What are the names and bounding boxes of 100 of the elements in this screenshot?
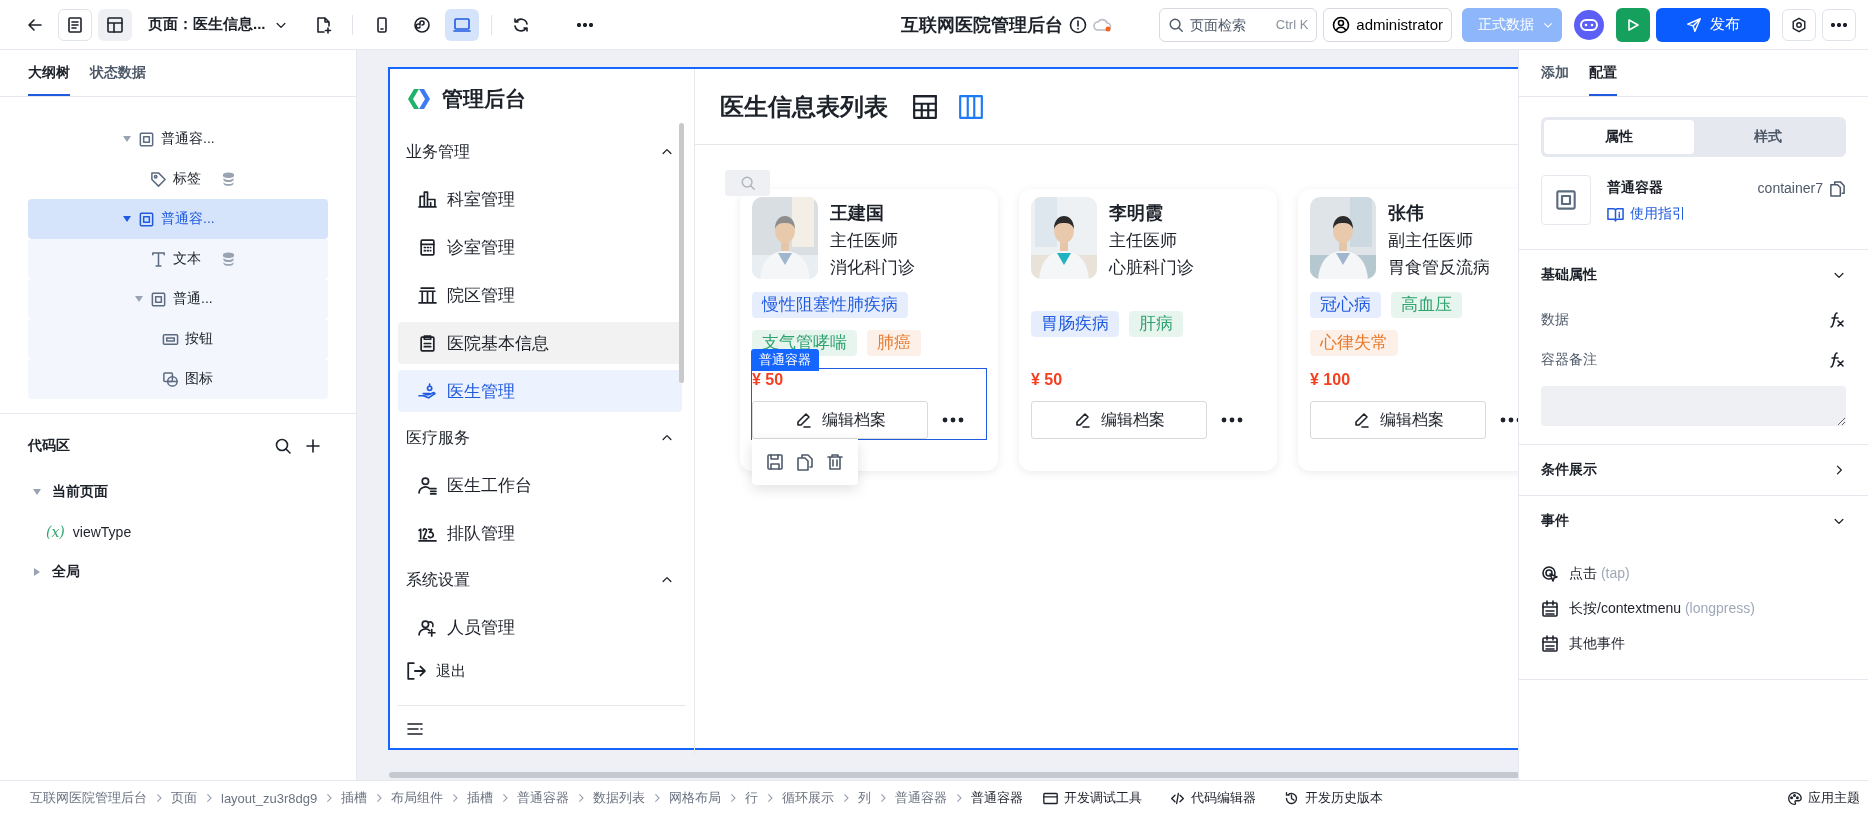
logout-item[interactable]: 退出 — [390, 651, 694, 691]
publish-button[interactable]: 发布 — [1656, 7, 1770, 42]
breadcrumb-item[interactable]: 列 — [858, 789, 872, 807]
note-field[interactable] — [1541, 386, 1846, 426]
more-icon[interactable] — [1500, 417, 1518, 423]
segment-tab[interactable]: 样式 — [1693, 120, 1843, 154]
tree-item[interactable]: 文本 — [28, 239, 328, 279]
robot-icon — [1580, 17, 1598, 32]
event-item[interactable]: 长按/contextmenu (longpress) — [1541, 591, 1846, 626]
footer-tool[interactable]: 开发调试工具 — [1043, 789, 1143, 807]
menu-item[interactable]: 院区管理 — [398, 274, 682, 316]
tree-item[interactable]: 普通容... — [28, 199, 328, 239]
formula-icon[interactable] — [1828, 351, 1846, 369]
menu-item[interactable]: 诊室管理 — [398, 226, 682, 268]
building-icon — [418, 285, 437, 305]
table-view-icon[interactable] — [912, 93, 938, 120]
menu-item[interactable]: 医院基本信息 — [398, 322, 682, 364]
breadcrumb-item[interactable]: 普通容器 — [971, 789, 1024, 807]
edit-button[interactable]: 编辑档案 — [1310, 401, 1486, 439]
column-view-icon[interactable] — [958, 93, 984, 120]
footer-tool[interactable]: 应用主题 — [1787, 789, 1860, 807]
breadcrumb-item[interactable]: 网格布局 — [669, 789, 722, 807]
more-icon[interactable] — [1221, 417, 1243, 423]
edit-button[interactable]: 编辑档案 — [1031, 401, 1207, 439]
page-selector[interactable]: 页面：医生信息... — [148, 15, 288, 34]
search-field[interactable]: 页面检索 — [1190, 16, 1270, 33]
breadcrumb-item[interactable]: 数据列表 — [593, 789, 646, 807]
tag: 肺癌 — [867, 330, 921, 356]
assistant-button[interactable] — [1574, 9, 1604, 40]
scrollbar[interactable] — [389, 772, 1518, 778]
variable-item[interactable]: (x) viewType — [28, 512, 328, 552]
settings-button[interactable] — [1782, 8, 1816, 41]
panel-tab[interactable]: 添加 — [1541, 50, 1569, 96]
user-button[interactable]: administrator — [1323, 7, 1452, 42]
search-icon — [1168, 16, 1185, 33]
menu-item[interactable]: 医生工作台 — [398, 464, 682, 506]
panel-tab[interactable]: 配置 — [1589, 50, 1617, 96]
breadcrumb-item[interactable]: 行 — [745, 789, 759, 807]
breadcrumb-item[interactable]: 互联网医院管理后台 — [30, 789, 147, 807]
buildings-icon — [418, 189, 437, 209]
menu-item[interactable]: 排队管理 — [398, 512, 682, 554]
section-header[interactable]: 条件展示 — [1541, 445, 1846, 495]
code-group[interactable]: 全局 — [28, 552, 328, 592]
component-id: container7 — [1757, 180, 1823, 196]
logout-icon — [406, 661, 426, 681]
scrollbar[interactable] — [679, 123, 684, 383]
footer-tool[interactable]: 代码编辑器 — [1170, 789, 1257, 807]
breadcrumb-item[interactable]: 插槽 — [467, 789, 494, 807]
event-item[interactable]: 点击 (tap) — [1541, 556, 1846, 591]
desktop-icon — [452, 15, 471, 34]
tree-item[interactable]: 按钮 — [28, 319, 328, 359]
tree-item[interactable]: 图标 — [28, 359, 328, 399]
segment-tab[interactable]: 属性 — [1544, 120, 1694, 154]
field-label: 容器备注 — [1541, 351, 1597, 369]
container-icon — [138, 130, 155, 148]
selection-label: 普通容器 — [751, 349, 819, 371]
menu-icon[interactable] — [406, 720, 424, 738]
more-icon[interactable] — [942, 417, 964, 423]
breadcrumb-item[interactable]: 普通容器 — [517, 789, 570, 807]
caret-icon[interactable] — [122, 214, 132, 224]
tree-item[interactable]: 普通... — [28, 279, 328, 319]
tag-icon — [150, 170, 167, 188]
code-group[interactable]: 当前页面 — [28, 472, 328, 512]
breadcrumb-item[interactable]: layout_zu3r8dg9 — [221, 790, 318, 806]
delete-icon[interactable] — [826, 453, 844, 471]
tag: 高血压 — [1391, 292, 1462, 318]
section-header[interactable]: 基础属性 — [1541, 250, 1846, 300]
formula-icon[interactable] — [1828, 311, 1846, 329]
breadcrumb-item[interactable]: 布局组件 — [391, 789, 444, 807]
save-icon[interactable] — [766, 453, 784, 471]
menu-group[interactable]: 医疗服务 — [390, 415, 694, 461]
menu-item[interactable]: 医生管理 — [398, 370, 682, 412]
palette-icon — [1787, 790, 1802, 806]
breadcrumb-item[interactable]: 页面 — [171, 789, 197, 807]
breadcrumb-item[interactable]: 插槽 — [341, 789, 368, 807]
breadcrumb-item[interactable]: 循环展示 — [782, 789, 835, 807]
run-button[interactable] — [1616, 7, 1650, 42]
more-button[interactable] — [1822, 8, 1856, 41]
breadcrumb-item[interactable]: 普通容器 — [895, 789, 948, 807]
info-icon — [1069, 15, 1088, 34]
panel-tab[interactable]: 状态数据 — [90, 50, 146, 96]
guide-link[interactable]: 使用指引 — [1607, 205, 1846, 223]
tree-item[interactable]: 标签 — [28, 159, 328, 199]
menu-group[interactable]: 系统设置 — [390, 557, 694, 603]
edit-button[interactable]: 编辑档案 — [752, 401, 928, 439]
event-item[interactable]: 其他事件 — [1541, 626, 1846, 661]
price: ¥ 50 — [752, 371, 785, 389]
section-header[interactable]: 事件 — [1541, 496, 1846, 546]
menu-item[interactable]: 科室管理 — [398, 178, 682, 220]
tree-item[interactable]: 普通容... — [28, 119, 328, 159]
layout-view-button[interactable] — [98, 8, 132, 41]
menu-group[interactable]: 业务管理 — [390, 129, 694, 175]
outline-view-button[interactable] — [58, 8, 92, 41]
panel-tab[interactable]: 大纲树 — [28, 50, 70, 96]
copy-icon[interactable] — [796, 453, 814, 471]
copy-icon[interactable] — [1829, 179, 1846, 197]
footer-tool[interactable]: 开发历史版本 — [1284, 789, 1384, 807]
logo-icon — [406, 87, 432, 111]
menu-item[interactable]: 人员管理 — [398, 606, 682, 648]
field-label: 数据 — [1541, 311, 1569, 329]
